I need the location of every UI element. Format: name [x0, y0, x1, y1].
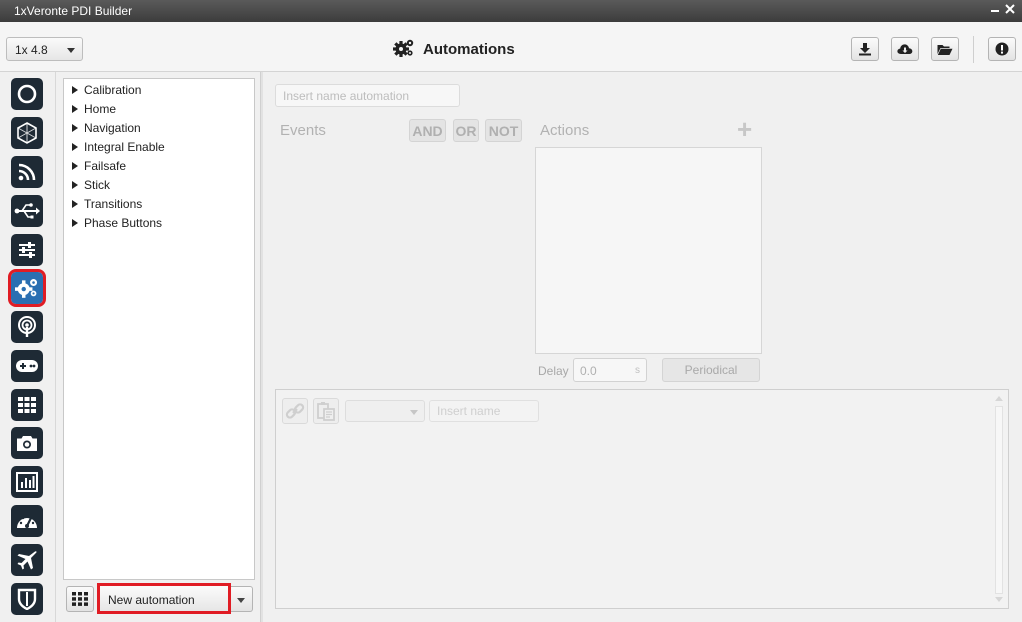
automation-tree: Calibration Home Navigation Integral Ena… — [63, 78, 255, 580]
app-window: 1xVeronte PDI Builder 1x 4.8 Automations… — [0, 0, 1022, 622]
sidebar-item-flight[interactable] — [11, 544, 43, 576]
expand-arrow-icon — [72, 219, 78, 227]
sliders-icon — [19, 242, 35, 258]
panel-splitter[interactable] — [260, 72, 263, 622]
delay-input[interactable]: 0.0 s — [573, 358, 647, 382]
scroll-up-icon[interactable] — [995, 396, 1003, 401]
paste-button[interactable] — [313, 398, 339, 424]
tree-item[interactable]: Transitions — [72, 196, 142, 212]
sidebar-item-usb[interactable] — [11, 195, 43, 227]
header-divider — [973, 36, 974, 63]
tree-item[interactable]: Stick — [72, 177, 110, 193]
expand-arrow-icon — [72, 162, 78, 170]
event-name-input[interactable] — [429, 400, 539, 422]
exclamation-icon — [995, 42, 1009, 56]
and-button[interactable]: AND — [409, 119, 446, 142]
link-icon — [285, 403, 305, 419]
page-title-group: Automations — [393, 38, 515, 60]
expand-arrow-icon — [72, 200, 78, 208]
bar-chart-icon — [16, 472, 38, 492]
delay-value: 0.0 — [580, 364, 597, 378]
minimize-icon[interactable] — [988, 3, 1002, 17]
sidebar-item-automations[interactable] — [8, 269, 46, 307]
expand-arrow-icon — [72, 105, 78, 113]
ring-icon — [17, 84, 37, 104]
sidebar-item-grid[interactable] — [11, 389, 43, 421]
sidebar-item-broadcast[interactable] — [11, 311, 43, 343]
sidebar-item-gamepad[interactable] — [11, 350, 43, 382]
expand-arrow-icon — [72, 143, 78, 151]
usb-icon — [14, 203, 40, 219]
tree-item[interactable]: Calibration — [72, 82, 141, 98]
tree-item[interactable]: Home — [72, 101, 116, 117]
add-action-icon[interactable]: + — [737, 116, 752, 142]
download-icon — [859, 43, 871, 56]
shield-icon — [17, 588, 37, 610]
or-button[interactable]: OR — [453, 119, 479, 142]
link-button[interactable] — [282, 398, 308, 424]
tree-item[interactable]: Integral Enable — [72, 139, 165, 155]
new-automation-button[interactable]: New automation — [97, 583, 231, 614]
scrollbar[interactable] — [994, 394, 1004, 604]
tree-item[interactable]: Navigation — [72, 120, 141, 136]
sidebar-item-dashboard[interactable] — [11, 505, 43, 537]
sidebar-item-camera[interactable] — [11, 427, 43, 459]
periodical-button[interactable]: Periodical — [662, 358, 760, 382]
new-automation-label: New automation — [108, 593, 195, 607]
gamepad-icon — [16, 360, 38, 372]
broadcast-icon — [18, 316, 36, 337]
not-button[interactable]: NOT — [485, 119, 522, 142]
sidebar-item-feed[interactable] — [11, 156, 43, 188]
delay-unit: s — [635, 365, 640, 376]
clipboard-icon — [317, 402, 335, 421]
cloud-download-icon — [897, 44, 913, 54]
sidebar-item-sliders[interactable] — [11, 234, 43, 266]
rss-icon — [18, 163, 36, 181]
folder-open-icon — [937, 44, 953, 55]
sidebar-item-hardware[interactable] — [11, 117, 43, 149]
grid-view-button[interactable] — [66, 586, 94, 612]
tree-item[interactable]: Phase Buttons — [72, 215, 162, 231]
page-title: Automations — [423, 40, 515, 58]
header-bar: 1x 4.8 Automations — [0, 22, 1022, 72]
download-button[interactable] — [851, 37, 879, 61]
actions-label: Actions — [540, 122, 590, 139]
camera-icon — [17, 436, 37, 451]
sidebar-item-power[interactable] — [11, 78, 43, 110]
automation-name-input[interactable] — [275, 84, 460, 107]
title-bar: 1xVeronte PDI Builder — [0, 0, 1022, 22]
alert-button[interactable] — [988, 37, 1016, 61]
open-folder-button[interactable] — [931, 37, 959, 61]
event-editor-panel — [275, 389, 1009, 609]
delay-label: Delay — [538, 364, 569, 378]
new-automation-dropdown[interactable] — [231, 586, 253, 612]
version-value: 1x 4.8 — [15, 43, 48, 57]
chevron-down-icon — [67, 48, 75, 53]
window-title: 1xVeronte PDI Builder — [14, 4, 133, 18]
grid-icon — [72, 592, 88, 606]
grid-icon — [18, 397, 36, 413]
gauge-icon — [17, 514, 37, 528]
events-label: Events — [280, 122, 326, 139]
tree-item[interactable]: Failsafe — [72, 158, 126, 174]
expand-arrow-icon — [72, 181, 78, 189]
actions-list[interactable] — [535, 147, 762, 354]
expand-arrow-icon — [72, 86, 78, 94]
event-type-select[interactable] — [345, 400, 425, 422]
gears-icon — [15, 279, 38, 298]
gears-icon — [393, 38, 415, 61]
expand-arrow-icon — [72, 124, 78, 132]
hexagon-grid-icon — [17, 122, 37, 144]
version-select[interactable]: 1x 4.8 — [6, 37, 83, 61]
sidebar-item-stats[interactable] — [11, 466, 43, 498]
sidebar-item-shield[interactable] — [11, 583, 43, 615]
plane-icon — [17, 551, 37, 570]
sidebar — [0, 72, 56, 622]
scroll-track[interactable] — [995, 406, 1003, 594]
scroll-down-icon[interactable] — [995, 597, 1003, 602]
cloud-download-button[interactable] — [891, 37, 919, 61]
close-icon[interactable] — [1003, 3, 1017, 17]
